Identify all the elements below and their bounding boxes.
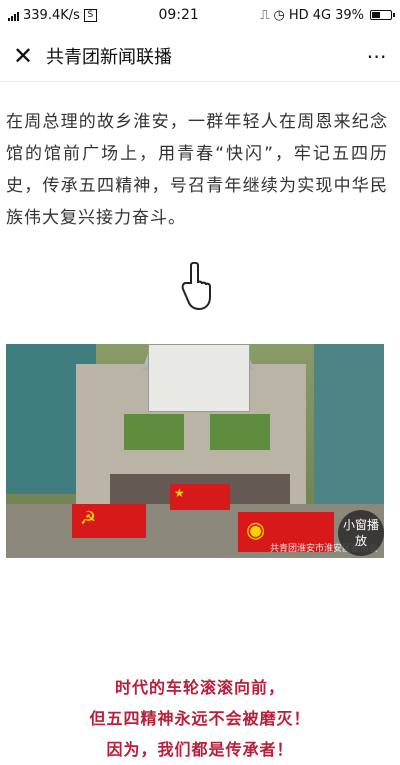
- article-slogan: 时代的车轮滚滚向前， 但五四精神永远不会被磨灭！ 因为，我们都是传承者！: [0, 672, 400, 765]
- mini-window-label: 小窗播放: [342, 518, 379, 548]
- alarm-icon: ◷: [273, 7, 285, 23]
- status-right: ⎍ ◷ HD 4G 39%: [260, 7, 395, 23]
- flag-party: ☭: [72, 504, 146, 538]
- network-type: HD 4G: [288, 7, 332, 23]
- status-time: 09:21: [158, 7, 199, 23]
- status-bar: 339.4K/s S 09:21 ⎍ ◷ HD 4G 39%: [0, 0, 400, 30]
- signal-icon: [8, 10, 19, 21]
- hand-pointer-icon: [181, 262, 211, 311]
- vibrate-icon: ⎍: [260, 7, 270, 23]
- battery-icon: [369, 10, 395, 20]
- network-speed: 339.4K/s: [23, 7, 80, 23]
- close-icon[interactable]: ✕: [0, 30, 46, 82]
- page-title: 共青团新闻联播: [46, 46, 172, 68]
- memorial-building: [148, 344, 250, 412]
- article-content: 在周总理的故乡淮安，一群年轻人在周恩来纪念馆的馆前广场上，用青春“快闪”，牢记五…: [0, 82, 400, 759]
- slogan-line-2: 但五四精神永远不会被磨灭！: [89, 709, 311, 728]
- article-photo[interactable]: ★ ☭ ◉ 共青团淮安市淮安区委员会: [6, 344, 384, 558]
- photo-water-right: [314, 344, 384, 504]
- status-left: 339.4K/s S: [8, 8, 97, 23]
- lawn-right: [210, 414, 270, 450]
- notification-badge: S: [83, 8, 97, 22]
- mini-window-button[interactable]: 小窗播放: [338, 510, 384, 556]
- battery-percent: 39%: [335, 7, 364, 23]
- slogan-line-1: 时代的车轮滚滚向前，: [114, 678, 285, 697]
- flag-national: ★: [170, 484, 230, 510]
- slogan-line-3: 因为，我们都是传承者！: [106, 740, 294, 759]
- article-intro: 在周总理的故乡淮安，一群年轻人在周恩来纪念馆的馆前广场上，用青春“快闪”，牢记五…: [6, 112, 388, 228]
- more-icon[interactable]: ⋯: [354, 44, 400, 68]
- nav-bar: ✕ 共青团新闻联播 ⋯: [0, 30, 400, 82]
- lawn-left: [124, 414, 184, 450]
